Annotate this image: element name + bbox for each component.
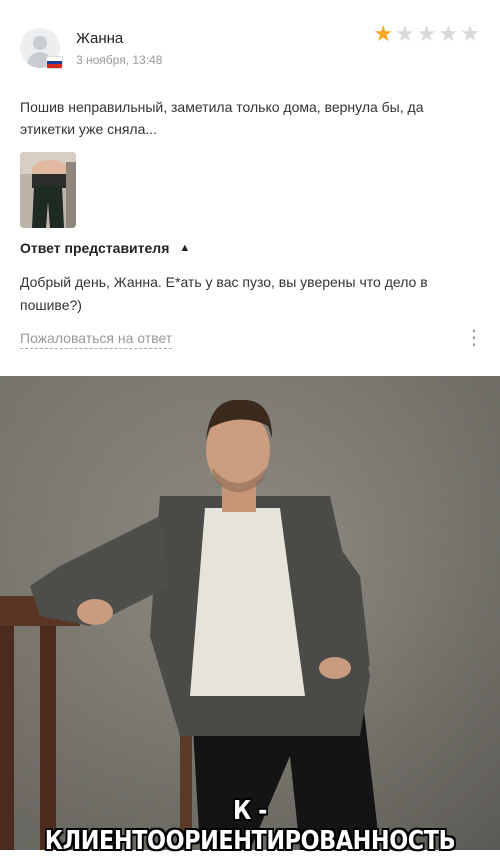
review-text: Пошив неправильный, заметила только дома… [20, 99, 424, 137]
star-icon: ★ [438, 21, 459, 46]
star-icon: ★ [395, 21, 415, 46]
review-photo-thumbnail[interactable] [20, 152, 76, 228]
review-card: Жанна 3 ноября, 13:48 ★ ★ ★ ★ ★ Пошив не… [0, 0, 500, 376]
response-heading: Ответ представителя [20, 240, 170, 256]
chevron-up-icon: ▲ [179, 242, 191, 254]
star-icon: ★ [373, 21, 394, 46]
review-date: 3 ноября, 13:48 [76, 53, 163, 67]
rating-stars: ★ ★ ★ ★ ★ [373, 22, 480, 46]
star-icon: ★ [460, 21, 480, 46]
response-toggle[interactable]: Ответ представителя ▲ [20, 240, 190, 256]
more-vertical-icon[interactable]: ⋮ [464, 328, 484, 348]
meme-caption: К - КЛИЕНТООРИЕНТИРОВАННОСТЬ [44, 796, 456, 856]
review-author: Жанна [76, 30, 124, 47]
russia-flag-icon [46, 56, 63, 69]
meme-photo [0, 376, 500, 850]
star-icon: ★ [416, 21, 437, 46]
response-text: Добрый день, Жанна. Е*ать у вас пузо, вы… [20, 274, 428, 313]
complain-link[interactable]: Пожаловаться на ответ [20, 330, 173, 349]
